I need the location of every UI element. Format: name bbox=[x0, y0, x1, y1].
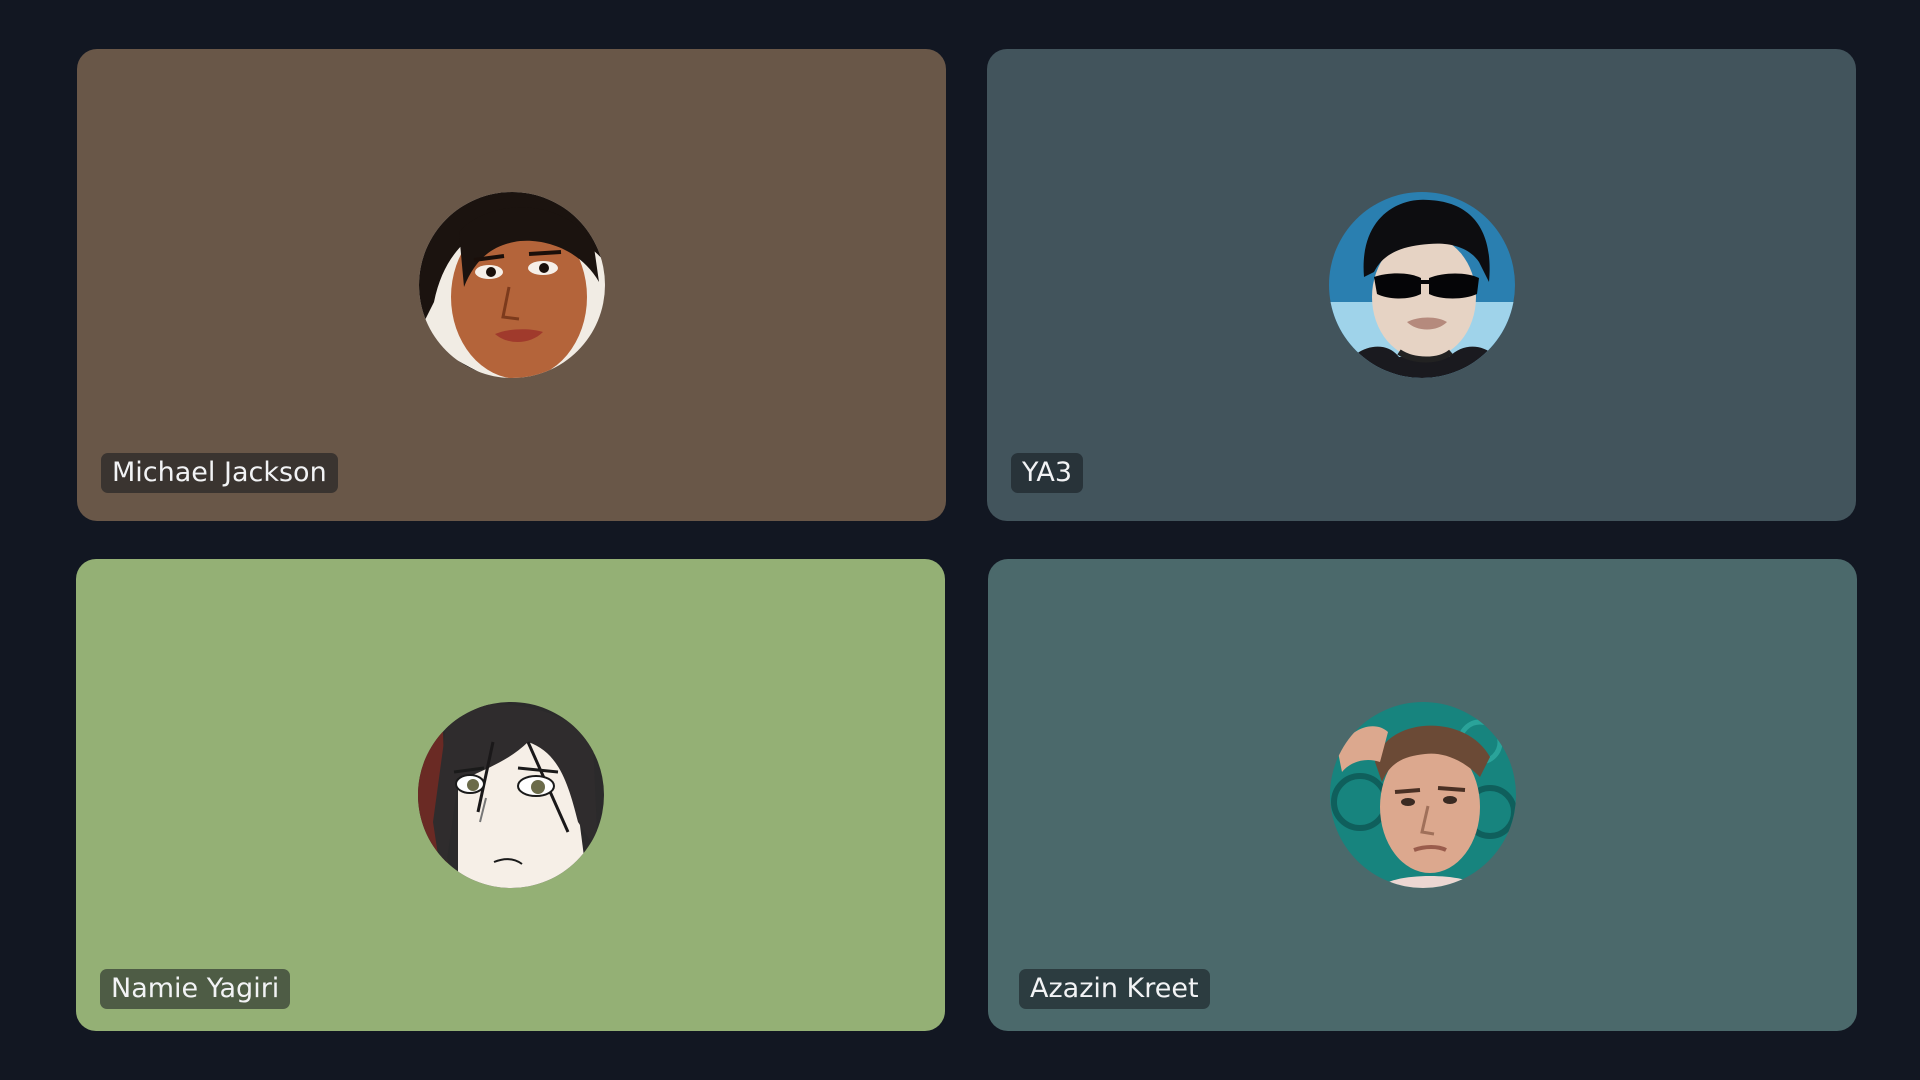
participant-tile-ya3[interactable]: YA3 bbox=[987, 49, 1856, 521]
avatar bbox=[418, 192, 605, 378]
participant-name-label: YA3 bbox=[1011, 453, 1084, 493]
portrait-curly-dark-hair-icon bbox=[418, 192, 605, 378]
video-call-grid: Michael Jackson YA3 Namie Yagiri Azazin … bbox=[0, 0, 1920, 1080]
participant-name-label: Namie Yagiri bbox=[100, 969, 291, 1009]
participant-tile-namie-yagiri[interactable]: Namie Yagiri bbox=[76, 559, 945, 1031]
anime-portrait-icon bbox=[417, 702, 604, 888]
avatar bbox=[1329, 702, 1516, 888]
participant-name-label: Azazin Kreet bbox=[1019, 969, 1210, 1009]
avatar bbox=[1328, 192, 1515, 378]
participant-tile-michael-jackson[interactable]: Michael Jackson bbox=[77, 49, 946, 521]
participant-name-label: Michael Jackson bbox=[101, 453, 338, 493]
portrait-sunglasses-icon bbox=[1328, 192, 1515, 378]
portrait-teal-pillow-icon bbox=[1329, 702, 1516, 888]
participant-tile-azazin-kreet[interactable]: Azazin Kreet bbox=[988, 559, 1857, 1031]
avatar bbox=[417, 702, 604, 888]
